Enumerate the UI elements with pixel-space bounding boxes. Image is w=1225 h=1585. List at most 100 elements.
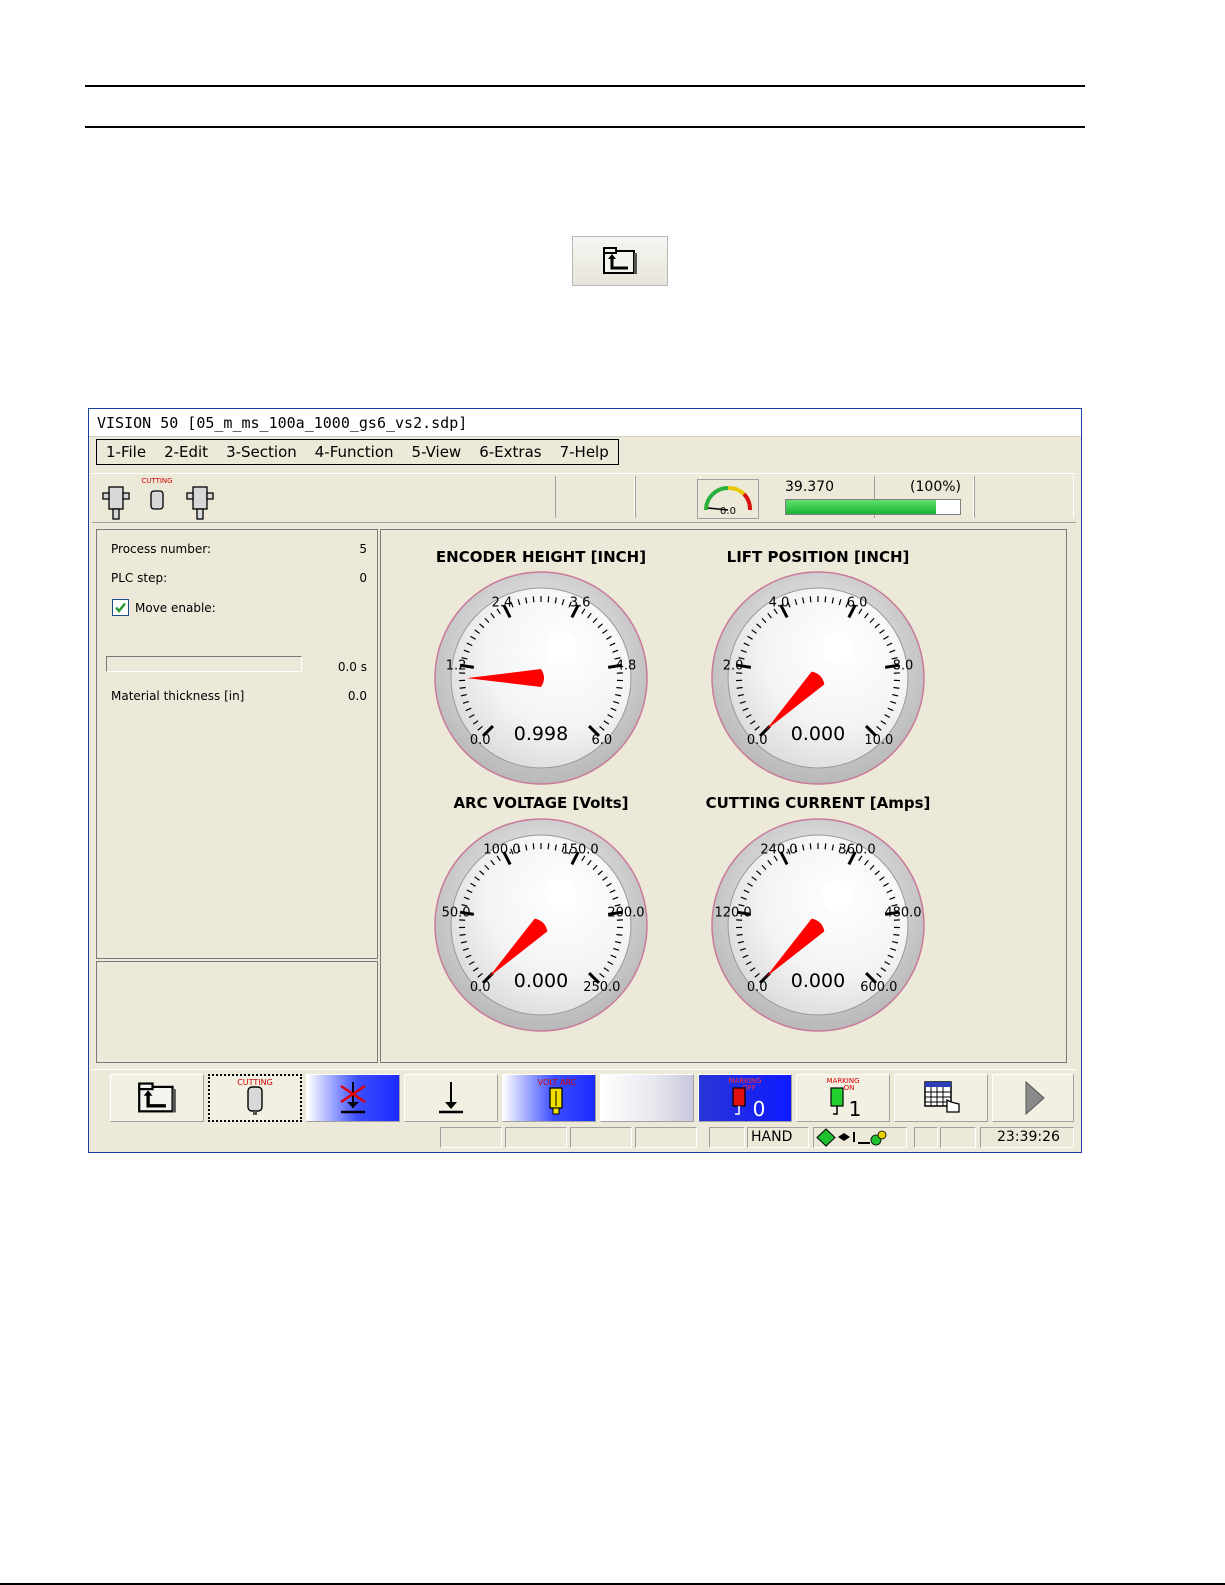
move-enable-label: Move enable: [135,601,216,615]
process-number-value: 5 [359,542,367,556]
toolbar-separator [635,476,701,518]
stop-button[interactable] [1065,479,1081,519]
gauge-tick-label: 6.0 [591,733,612,748]
gauge-highlight [545,632,577,664]
gauge-minor-tick [824,843,827,850]
gauge-tick-label: 150.0 [561,842,598,857]
status-cell [570,1127,632,1148]
cutting-button-label: CUTTING [237,1078,273,1087]
status-cell [635,1127,697,1148]
mini-gauge: 0.0 [697,479,759,519]
gauge-arc-voltage: 0.0 50.0 100.0 150.0 200.0 250.0 0.000 [434,818,648,1032]
volt-arc-button[interactable]: VOLT ARC [502,1074,596,1122]
folder-up-icon [603,247,637,274]
gauge-minor-tick [893,933,900,936]
lower-torch-button[interactable] [404,1074,498,1122]
progress-track [785,499,961,515]
grid-hand-icon [924,1081,960,1113]
marking-on-digit: 1 [849,1097,862,1120]
gauge-minor-tick [809,843,812,850]
arrow-down-line-icon [439,1082,463,1114]
gauge-tick-label: 3.6 [570,595,591,610]
gauge-encoder-height: 0.0 1.2 2.4 3.6 4.8 6.0 0.998 [434,571,648,785]
gauge-cutting-current: 0.0 120.0 240.0 360.0 480.0 600.0 0.000 [711,818,925,1032]
next-page-button[interactable] [992,1074,1074,1122]
menu-section[interactable]: 3-Section [226,443,297,461]
status-icons [813,1127,907,1148]
plc-step-label: PLC step: [111,571,168,585]
gauge-tick-label: 600.0 [860,980,897,995]
menu-bar: 1-File 2-Edit 3-Section 4-Function 5-Vie… [96,439,619,465]
gauge-tick-label: 2.4 [492,595,513,610]
function-button-bar: CUTTING VOLT ARC MARKING OFF 0 MARKING O… [92,1069,1076,1124]
toolbar-separator [555,476,635,518]
progress-value: 39.370 [785,479,834,495]
gauge-tick-label: 480.0 [884,906,921,921]
gauge-readout: 0.000 [514,970,568,992]
machine-status-icon [816,1128,887,1147]
checkmark-icon [115,602,126,613]
gauge-tick-label: 0.0 [747,733,768,748]
gauge-highlight [822,632,854,664]
menu-file[interactable]: 1-File [106,443,146,461]
gauge-minor-tick [459,686,466,689]
gauge-tick-label: 0.0 [747,980,768,995]
gauge-minor-tick [824,596,827,603]
menu-extras[interactable]: 6-Extras [479,443,541,461]
gauge-minor-tick [736,686,743,689]
gauge-tick-label: 2.0 [723,659,744,674]
menu-help[interactable]: 7-Help [560,443,609,461]
folder-up-icon [138,1082,176,1113]
gauge-minor-tick [736,933,743,936]
volt-arc-label: VOLT ARC [538,1078,577,1087]
plc-step-value: 0 [359,571,367,585]
gauge-tick-label: 1.2 [446,659,467,674]
process-number-label: Process number: [111,542,212,556]
menu-function[interactable]: 4-Function [315,443,394,461]
gauge-tick-label: 4.8 [616,659,637,674]
gauge-readout: 0.000 [791,723,845,745]
gauge-readout: 0.998 [514,723,568,745]
gauge-tick-label: 200.0 [607,906,644,921]
gauge-minor-tick [547,843,550,850]
gauge-highlight [822,879,854,911]
gauge-tick-label: 10.0 [864,733,893,748]
gauge-minor-tick [893,686,900,689]
material-thickness-label: Material thickness [in] [111,689,245,703]
toolbar-separator [974,476,1074,518]
gauge-tick-label: 250.0 [583,980,620,995]
status-cell [940,1127,976,1148]
back-button-sample[interactable] [572,236,668,286]
header-rule-top [85,85,1085,87]
status-cell [440,1127,502,1148]
gauge-tick-label: 0.0 [470,733,491,748]
progress-fill [786,500,936,514]
menu-edit[interactable]: 2-Edit [164,443,208,461]
ignition-button[interactable] [306,1074,400,1122]
gauge-minor-tick [532,843,535,850]
gauge-tick-label: 4.0 [769,595,790,610]
gauge-minor-tick [809,596,812,603]
gauge-tick-label: 360.0 [838,842,875,857]
progress-percent: (100%) [910,479,961,495]
gauge-tick-label: 50.0 [442,906,471,921]
process-number-row: Process number: 5 [111,542,367,556]
blank-function-button[interactable] [600,1074,694,1122]
menu-view[interactable]: 5-View [412,443,462,461]
header-rule-bottom [85,126,1085,128]
marking-on-icon: MARKING ON 1 [826,1077,862,1120]
spark-icon [340,1082,366,1114]
back-button[interactable] [110,1074,204,1122]
gauge-tick-label: 8.0 [893,659,914,674]
manual-table-button[interactable] [894,1074,988,1122]
marking-on-button[interactable]: MARKING ON 1 [796,1074,890,1122]
move-enable-checkbox[interactable] [112,599,129,616]
marking-off-button[interactable]: MARKING OFF 0 [698,1074,792,1122]
process-info-panel: Process number: 5 PLC step: 0 Move enabl… [96,529,378,959]
status-mode: HAND [747,1127,809,1148]
move-enable-row: Move enable: [135,601,367,615]
mini-gauge-value: 0.0 [720,506,736,517]
cutting-button[interactable]: CUTTING [208,1074,302,1122]
status-cell [709,1127,745,1148]
gauge-minor-tick [616,933,623,936]
